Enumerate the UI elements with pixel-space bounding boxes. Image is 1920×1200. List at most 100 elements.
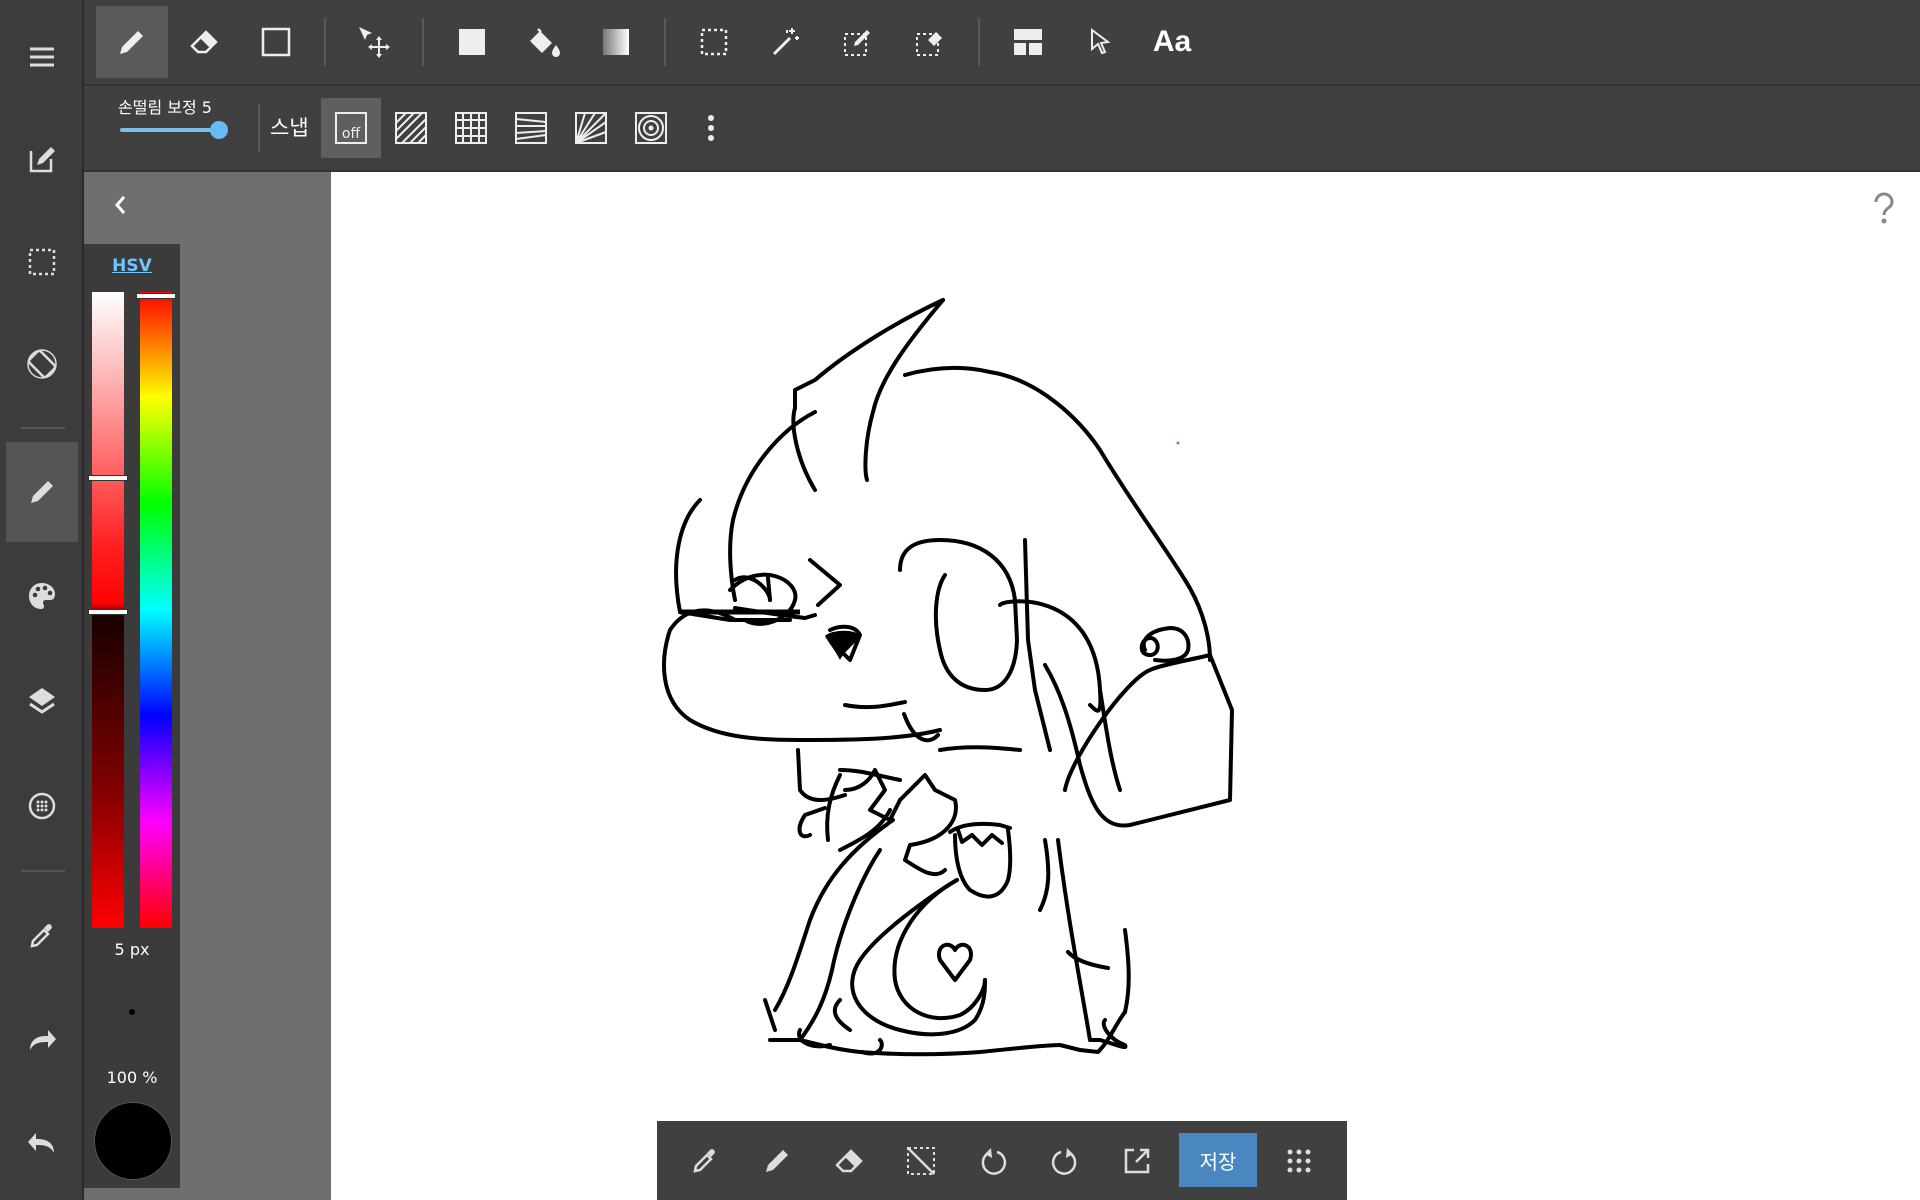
pen-button[interactable] [6,442,78,542]
hue-strip[interactable] [140,292,172,928]
undo-icon [28,1133,54,1153]
fill-color-button[interactable] [436,6,508,78]
eraser-tool-button[interactable] [168,6,240,78]
gradient-tool-button[interactable] [580,6,652,78]
select-rect-icon [700,28,728,56]
help-icon [1874,192,1894,224]
toolbar-divider [978,18,980,66]
rotate-icon [27,349,57,379]
quick-undo-button[interactable] [963,1131,1023,1191]
hsv-tab[interactable]: HSV [84,256,180,276]
saturation-handle[interactable] [89,476,127,480]
move-tool-button[interactable] [338,6,410,78]
move-tool-icon [359,27,390,58]
apps-grid-icon [1287,1149,1311,1173]
snap-circle-icon [635,112,667,144]
hue-handle[interactable] [137,294,175,298]
undo-button[interactable] [6,1093,78,1193]
redo-icon [1051,1148,1077,1175]
snap-perspective-button[interactable] [501,98,561,158]
operation-cursor-icon [1091,28,1111,55]
value-handle[interactable] [89,610,127,614]
edit-button[interactable] [6,110,78,210]
text-tool-button[interactable]: Aa [1136,6,1208,78]
quick-export-button[interactable] [1107,1131,1167,1191]
quick-redo-button[interactable] [1035,1131,1095,1191]
layers-button[interactable] [6,651,78,751]
layers-icon [29,688,55,714]
eraser-tool-icon [190,30,218,54]
quick-eraser-button[interactable] [819,1131,879,1191]
toolbar-divider [324,18,326,66]
redo-button[interactable] [6,990,78,1090]
collapse-panel-button[interactable] [100,185,140,225]
eyedropper-icon [693,1149,715,1173]
more-options-button[interactable] [681,98,741,158]
opacity-label[interactable]: 100 % [84,1068,180,1087]
quick-pen-button[interactable] [747,1131,807,1191]
pen-icon [31,481,53,503]
brush-size-label[interactable]: 5 px [84,940,180,959]
eyedropper-button[interactable] [6,886,78,986]
snap-circle-button[interactable] [621,98,681,158]
deselect-icon [907,1147,935,1175]
material-button[interactable] [6,756,78,856]
snap-parallel-button[interactable] [381,98,441,158]
operation-cursor-button[interactable] [1064,6,1136,78]
rail-divider [21,427,65,429]
text-tool-label: Aa [1152,25,1192,58]
menu-button[interactable] [6,7,78,107]
shape-tool-button[interactable] [240,6,312,78]
rotate-button[interactable] [6,314,78,414]
current-color-swatch[interactable] [94,1102,172,1180]
select-eraser-icon [916,32,942,56]
select-pen-button[interactable] [822,6,894,78]
rail-divider [21,870,65,872]
palette-button[interactable] [6,546,78,646]
undo-icon [981,1148,1007,1175]
help-button[interactable] [1870,192,1898,226]
stabilizer-label: 손떨림 보정 5 [118,98,212,117]
subtoolbar-divider [258,104,260,152]
shape-tool-icon [261,27,291,57]
select-rect-button[interactable] [678,6,750,78]
toolbar-divider [422,18,424,66]
snap-off-text: off [342,126,361,142]
snap-label: 스냅 [270,116,309,140]
bottom-quick-bar: 저장 [657,1121,1347,1200]
redo-icon [30,1030,56,1050]
stabilizer-slider-track[interactable] [120,128,220,132]
color-panel: HSV 5 px 100 % [84,244,180,1188]
frame-divide-button[interactable] [992,6,1064,78]
pen-tool-button[interactable] [96,6,168,78]
snap-grid-button[interactable] [441,98,501,158]
snap-radial-button[interactable] [561,98,621,158]
brush-size-preview [129,1009,135,1015]
quick-eyedropper-button[interactable] [675,1131,735,1191]
bucket-tool-button[interactable] [508,6,580,78]
select-pen-icon [844,30,870,56]
bucket-tool-icon [530,28,560,57]
menu-icon [30,47,54,67]
magic-wand-icon [772,28,799,56]
stabilizer-slider-handle[interactable] [210,121,228,139]
selection-icon [28,248,56,276]
magic-wand-button[interactable] [750,6,822,78]
sub-toolbar: 손떨림 보정 5 스냅 off [84,86,1920,172]
material-icon [28,792,56,820]
snap-perspective-icon [515,112,547,144]
selection-button[interactable] [6,212,78,312]
snap-off-button[interactable]: off [321,98,381,158]
pen-icon [766,1150,788,1172]
select-eraser-button[interactable] [894,6,966,78]
quick-menu-button[interactable] [1269,1131,1329,1191]
save-button[interactable]: 저장 [1179,1133,1257,1187]
snap-radial-icon [575,112,607,144]
frame-divide-icon [1014,29,1042,55]
left-rail [0,0,84,1200]
quick-deselect-button[interactable] [891,1131,951,1191]
export-icon [1124,1148,1150,1174]
palette-icon [29,583,55,609]
toolbar-divider [664,18,666,66]
canvas-drawing [662,298,1234,1057]
